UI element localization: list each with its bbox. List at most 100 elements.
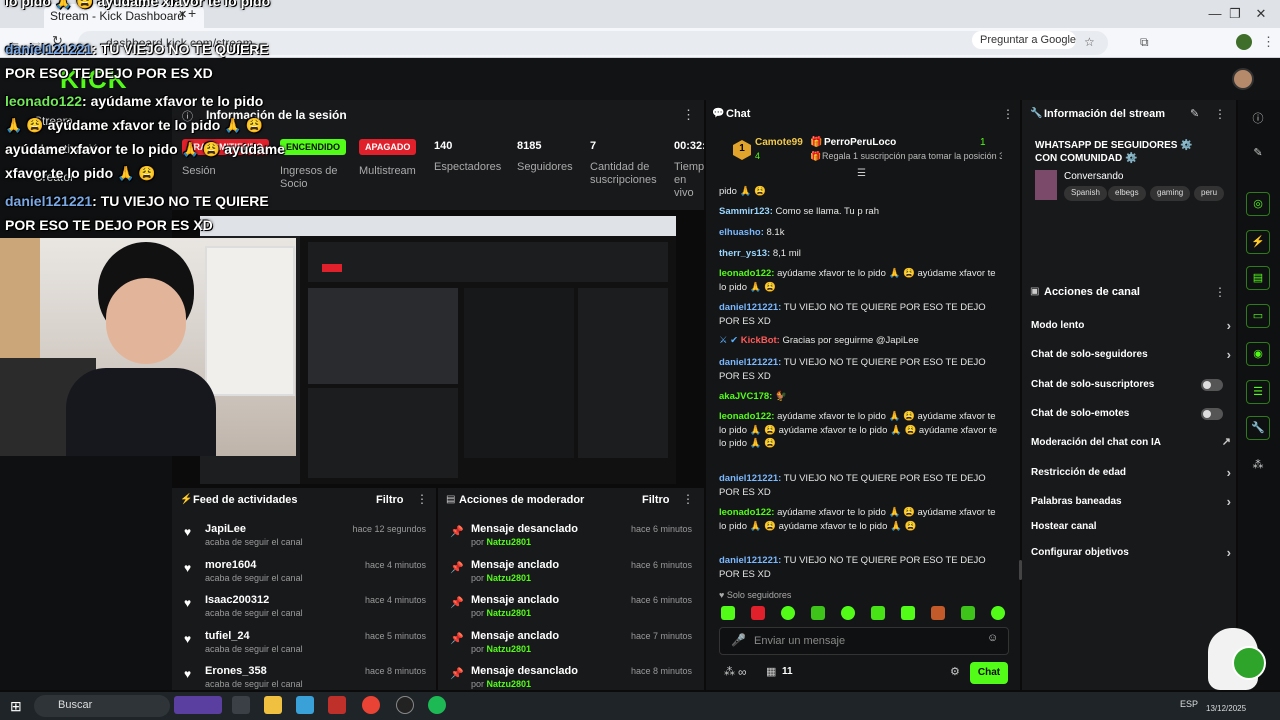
expand-pin-icon[interactable]: ☰ <box>857 168 866 179</box>
language-indicator[interactable]: ESP <box>1180 699 1198 709</box>
category-name[interactable]: Conversando <box>1064 171 1123 182</box>
chat-username[interactable]: daniel121221: <box>719 302 781 313</box>
chevron-right-icon[interactable]: › <box>1227 494 1231 509</box>
broadcast-rail-icon[interactable]: ◉ <box>1246 342 1270 366</box>
file-explorer-icon[interactable] <box>264 696 282 714</box>
edit-pencil-icon[interactable]: ✎ <box>1190 107 1199 120</box>
activity-filter-button[interactable]: Filtro <box>376 494 404 506</box>
taskbar-date[interactable]: 13/12/2025 <box>1206 704 1246 713</box>
emote[interactable] <box>931 606 945 620</box>
chat-rail-icon[interactable]: ▭ <box>1246 304 1270 328</box>
widgets-icon[interactable] <box>174 696 222 714</box>
tag-pill[interactable]: gaming <box>1150 186 1191 201</box>
mic-icon[interactable]: 🎤 <box>731 633 746 647</box>
chevron-right-icon[interactable]: › <box>1227 318 1231 333</box>
chevron-right-icon[interactable]: › <box>1227 347 1231 362</box>
emote[interactable] <box>901 606 915 620</box>
toggle-switch[interactable] <box>1201 379 1223 391</box>
emote[interactable] <box>811 606 825 620</box>
channel-action-item[interactable]: Chat de solo-suscriptores <box>1031 379 1231 393</box>
moderator-name[interactable]: Natzu2801 <box>487 644 532 654</box>
multistream-toggle[interactable]: APAGADO <box>359 139 417 155</box>
browser-menu-icon[interactable]: ⋮ <box>1262 34 1275 50</box>
follower-name[interactable]: tufiel_24 <box>205 630 250 642</box>
channel-actions-menu-icon[interactable]: ⋮ <box>1214 285 1226 299</box>
tag-pill[interactable]: peru <box>1194 186 1225 201</box>
emote[interactable] <box>751 606 765 620</box>
chat-username[interactable]: daniel121221: <box>719 357 781 368</box>
wrench-rail-icon[interactable]: 🔧 <box>1246 416 1270 440</box>
windows-start-icon[interactable]: ⊞ <box>10 698 22 715</box>
toggle-switch[interactable] <box>1201 408 1223 420</box>
tag-pill[interactable]: elbegs <box>1108 186 1146 201</box>
stream-info-menu-icon[interactable]: ⋮ <box>1214 107 1226 121</box>
chat-username[interactable]: daniel121221: <box>719 555 781 566</box>
chat-username[interactable]: elhuasho: <box>719 227 764 238</box>
app-icon[interactable] <box>296 696 314 714</box>
extensions-icon[interactable]: ⧉ <box>1140 35 1149 50</box>
top-gifter-name[interactable]: Camote99 <box>755 137 803 148</box>
chat-username[interactable]: daniel121221: <box>719 473 781 484</box>
channel-action-item[interactable]: Moderación del chat con IA ↗ <box>1031 435 1231 451</box>
chat-username[interactable]: leonado122: <box>719 507 774 518</box>
emote[interactable] <box>721 606 735 620</box>
ask-google-button[interactable]: Preguntar a Google <box>972 31 1076 49</box>
channel-action-item[interactable]: Modo lento › <box>1031 318 1231 334</box>
user-avatar[interactable] <box>1232 68 1254 90</box>
users-rail-icon[interactable]: ⁂ <box>1246 454 1270 478</box>
bookmark-star-icon[interactable]: ☆ <box>1084 35 1095 49</box>
chat-username[interactable]: KickBot: <box>741 335 780 346</box>
chat-send-button[interactable]: Chat <box>970 662 1008 684</box>
profile-avatar[interactable] <box>1236 34 1252 50</box>
chat-username[interactable]: leonado122: <box>719 411 774 422</box>
chat-username[interactable]: leonado122: <box>719 268 774 279</box>
chat-message-input[interactable]: Enviar un mensaje <box>719 627 1009 655</box>
doc-rail-icon[interactable]: ▤ <box>1246 266 1270 290</box>
pen-rail-icon[interactable]: ✎ <box>1246 142 1270 166</box>
chat-username[interactable]: Sammir123: <box>719 206 773 217</box>
chat-username[interactable]: therr_ys13: <box>719 248 770 259</box>
task-view-icon[interactable] <box>232 696 250 714</box>
bolt-rail-icon[interactable]: ⚡ <box>1246 230 1270 254</box>
target-rail-icon[interactable]: ◎ <box>1246 192 1270 216</box>
emote[interactable] <box>991 606 1005 620</box>
chat-username[interactable]: akaJVC178: <box>719 391 772 402</box>
moderator-name[interactable]: Natzu2801 <box>487 573 532 583</box>
emoji-icon[interactable]: ☺ <box>987 632 998 644</box>
chevron-right-icon[interactable]: › <box>1227 545 1231 560</box>
obs-icon[interactable] <box>396 696 414 714</box>
chrome-icon[interactable] <box>362 696 380 714</box>
external-link-icon[interactable]: ↗ <box>1222 435 1231 448</box>
activity-menu-icon[interactable]: ⋮ <box>416 492 428 506</box>
tag-pill[interactable]: Spanish <box>1064 186 1107 201</box>
follower-name[interactable]: more1604 <box>205 559 256 571</box>
mod-menu-icon[interactable]: ⋮ <box>682 492 694 506</box>
layout-rail-icon[interactable]: ☰ <box>1246 380 1270 404</box>
follower-name[interactable]: JapiLee <box>205 523 246 535</box>
chevron-right-icon[interactable]: › <box>1227 465 1231 480</box>
app-icon[interactable] <box>328 696 346 714</box>
partner-income-toggle[interactable]: ENCENDIDO <box>280 139 347 155</box>
moderator-name[interactable]: Natzu2801 <box>487 679 532 689</box>
chat-settings-icon[interactable]: ⚙ <box>950 665 960 678</box>
channel-action-item[interactable]: Chat de solo-emotes <box>1031 408 1231 422</box>
moderator-name[interactable]: Natzu2801 <box>487 537 532 547</box>
close-window-button[interactable]: ✕ <box>1252 6 1270 22</box>
channel-action-item[interactable]: Restricción de edad › <box>1031 465 1231 481</box>
pinned-user[interactable]: PerroPeruLoco <box>824 137 896 148</box>
follower-name[interactable]: Erones_358 <box>205 665 267 677</box>
emote[interactable] <box>961 606 975 620</box>
minimize-button[interactable]: — <box>1206 6 1224 22</box>
follower-name[interactable]: Isaac200312 <box>205 594 269 606</box>
moderator-name[interactable]: Natzu2801 <box>487 608 532 618</box>
session-menu-icon[interactable]: ⋮ <box>682 107 695 123</box>
emote[interactable] <box>841 606 855 620</box>
chat-menu-icon[interactable]: ⋮ <box>1002 107 1014 121</box>
mod-filter-button[interactable]: Filtro <box>642 494 670 506</box>
emote[interactable] <box>781 606 795 620</box>
channel-action-item[interactable]: Chat de solo-seguidores › <box>1031 347 1231 363</box>
taskbar-search[interactable]: Buscar <box>34 695 170 717</box>
info-rail-icon[interactable]: ⓘ <box>1246 106 1270 130</box>
maximize-button[interactable]: ❐ <box>1226 6 1244 22</box>
channel-action-item[interactable]: Configurar objetivos › <box>1031 545 1231 561</box>
